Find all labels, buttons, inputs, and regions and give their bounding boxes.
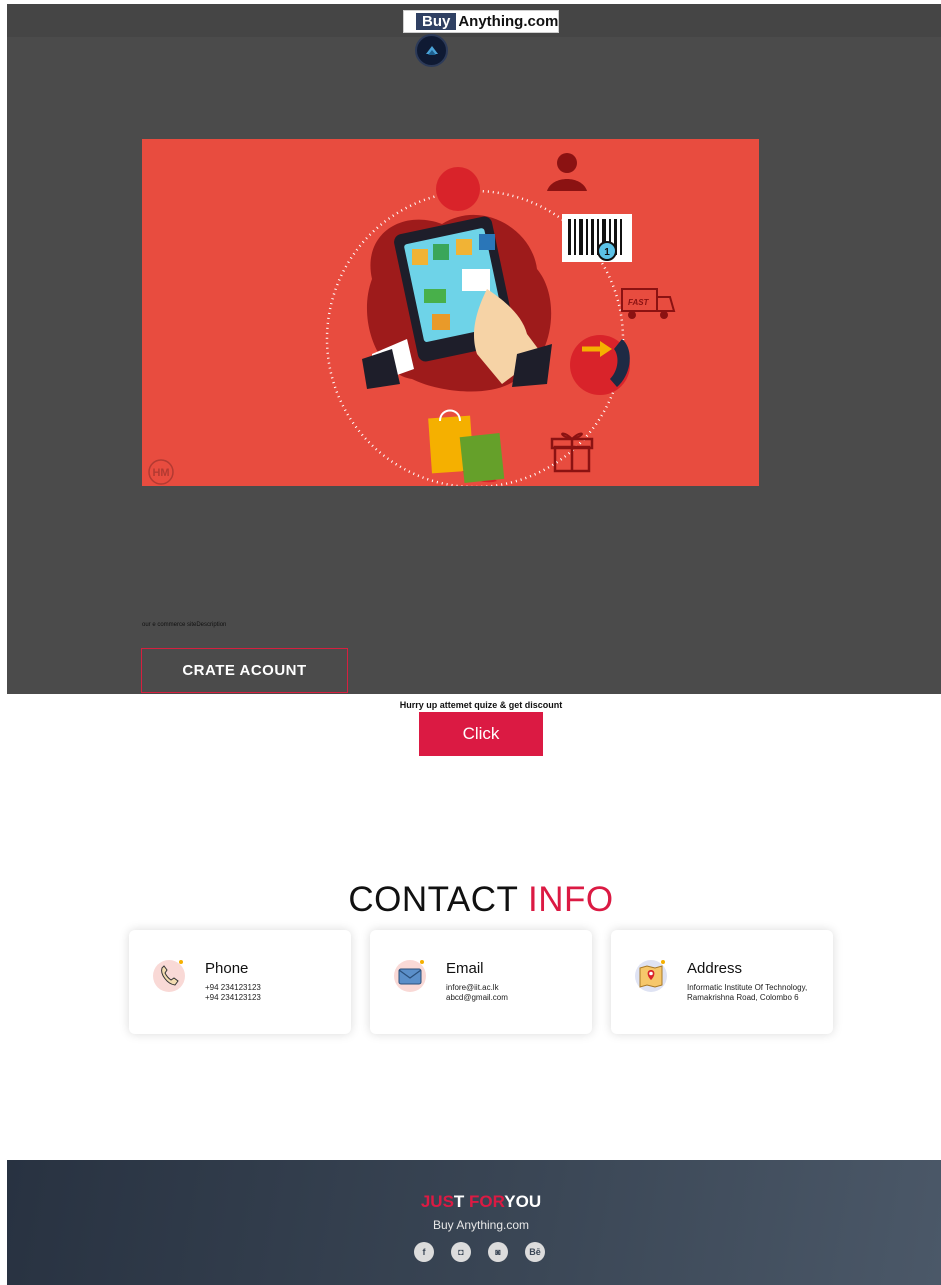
tagline-jus: JUS [420, 1192, 454, 1211]
tablet-shopping-icon [362, 214, 552, 392]
email-title: Email [446, 960, 484, 977]
phone-card: Phone +94 234123123 +94 234123123 [129, 930, 351, 1034]
footer-tagline: JUST FORYOU [7, 1192, 941, 1212]
brand-name: Anything.com [458, 13, 559, 30]
phone-line-2[interactable]: +94 234123123 [205, 993, 261, 1002]
ecommerce-illustration: 1 FAST HM [148, 153, 676, 486]
shopping-bags-icon [428, 409, 505, 483]
email-line-1[interactable]: infore@iit.ac.lk [446, 983, 499, 992]
envelope-icon [394, 960, 426, 992]
support-agent-icon [547, 153, 587, 191]
brand-buy: Buy [416, 13, 457, 30]
promo-text: Hurry up attemet quize & get discount [399, 700, 563, 710]
truck-label: FAST [628, 298, 650, 307]
brand-logo[interactable]: Buy Anything.com [403, 10, 559, 33]
address-card: Address Informatic Institute Of Technolo… [611, 930, 833, 1034]
email-line-2[interactable]: abcd@gmail.com [446, 993, 508, 1002]
barcode-icon: 1 [562, 214, 632, 262]
create-account-button[interactable]: CRATE ACOUNT [141, 648, 348, 693]
map-pin-icon [635, 960, 667, 992]
site-description: our e commerce siteDescription [142, 622, 227, 628]
contact-title-main: CONTACT [348, 880, 518, 919]
barcode-badge: 1 [604, 247, 610, 258]
quiz-click-button[interactable]: Click [419, 712, 543, 756]
address-line-1: Informatic Institute Of Technology, [687, 983, 808, 992]
watermark-text: HM [152, 467, 169, 479]
email-card: Email infore@iit.ac.lk abcd@gmail.com [370, 930, 592, 1034]
gift-icon [550, 432, 594, 473]
phone-line-1[interactable]: +94 234123123 [205, 983, 261, 992]
avatar-logo-icon [425, 45, 438, 55]
tagline-t: T [453, 1192, 470, 1211]
facebook-icon[interactable]: f [414, 1242, 434, 1262]
contact-info-title: CONTACT INFO [0, 880, 941, 920]
phone-icon [153, 960, 185, 992]
social-links: f ◘ ◙ Bē [414, 1242, 545, 1262]
address-title: Address [687, 960, 743, 977]
tagline-you: YOU [504, 1192, 542, 1211]
delivery-truck-icon: FAST [621, 288, 676, 319]
tagline-for: FOR [469, 1192, 505, 1211]
phone-title: Phone [205, 960, 249, 977]
profile-avatar[interactable] [415, 34, 448, 67]
phone-call-icon [570, 335, 630, 395]
watermark-logo: HM [148, 459, 174, 485]
instagram-icon[interactable]: ◘ [451, 1242, 471, 1262]
hero-banner-image: 1 FAST HM [142, 139, 759, 486]
address-line-2: Ramakrishna Road, Colombo 6 [687, 993, 799, 1002]
behance-icon[interactable]: Bē [525, 1242, 545, 1262]
twitter-icon[interactable]: ◙ [488, 1242, 508, 1262]
footer: JUST FORYOU Buy Anything.com f ◘ ◙ Bē [7, 1160, 941, 1285]
footer-brand: Buy Anything.com [432, 1218, 530, 1232]
contact-title-accent: INFO [528, 880, 614, 919]
hero-section: Buy Anything.com 1 FAST HM our e commerc… [7, 4, 941, 694]
